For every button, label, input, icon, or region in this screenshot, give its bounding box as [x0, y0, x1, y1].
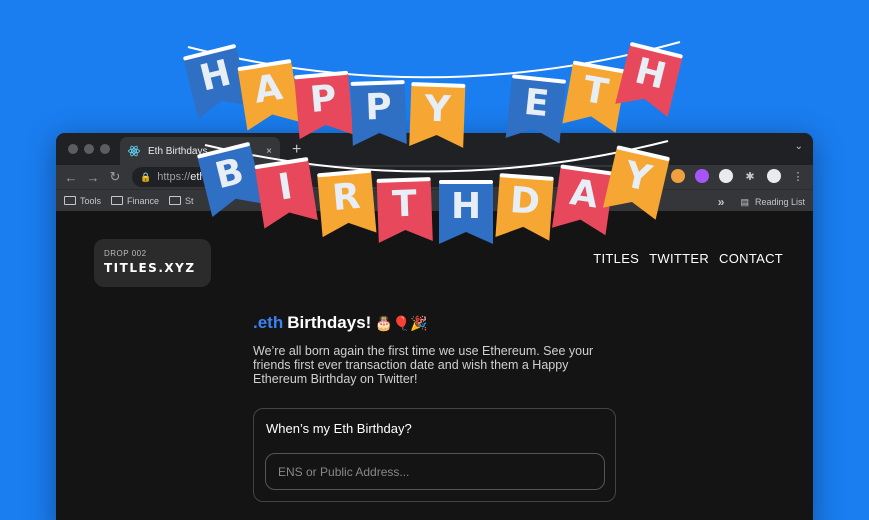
metamask-extension-icon[interactable] — [671, 169, 685, 183]
brand-name: TITLES.XYZ — [104, 261, 196, 275]
profile-avatar-icon[interactable] — [767, 169, 781, 183]
site-logo[interactable]: DROP 002 TITLES.XYZ — [94, 239, 211, 287]
lock-icon: 🔒 — [140, 171, 152, 182]
reading-list-label: Reading List — [754, 197, 805, 207]
title-bar: Eth Birthdays × + ⌄ — [56, 133, 813, 165]
url-scheme: https:// — [157, 171, 191, 183]
bookmark-folder-tools[interactable]: Tools — [64, 196, 101, 206]
bookmarks-bar: Tools Finance St » ▤ Reading List — [56, 189, 813, 211]
extension-power-icon[interactable] — [719, 169, 733, 183]
pennant-letter: P — [308, 78, 338, 121]
form-label: When’s my Eth Birthday? — [266, 421, 412, 436]
headline-text: Birthdays! — [287, 313, 372, 332]
nav-contact[interactable]: CONTACT — [719, 251, 783, 266]
react-favicon-icon — [128, 145, 140, 157]
bookmark-folder-st[interactable]: St — [169, 196, 194, 206]
page-description: We’re all born again the first time we u… — [253, 344, 594, 386]
pennant-letter: T — [392, 184, 418, 226]
folder-icon — [64, 196, 76, 205]
party-emojis-icon: 🎂🎈🎉 — [375, 314, 428, 331]
extensions-area: ✱ ⋮ — [671, 169, 805, 183]
more-bookmarks-icon[interactable]: » — [718, 195, 725, 209]
browser-toolbar: ← → ↻ 🔒 https://ethb ✱ ⋮ — [56, 165, 813, 189]
nav-twitter[interactable]: TWITTER — [649, 251, 709, 266]
nav-titles[interactable]: TITLES — [593, 251, 639, 266]
new-tab-button[interactable]: + — [292, 141, 301, 159]
back-arrow-icon[interactable]: ← — [60, 170, 82, 185]
pennant-letter: P — [365, 87, 393, 129]
folder-icon — [169, 196, 182, 205]
pennant-letter: D — [509, 180, 542, 223]
reading-list-icon: ▤ — [740, 196, 749, 207]
drop-label: DROP 002 — [104, 249, 147, 258]
reading-list[interactable]: » ▤ Reading List — [718, 195, 805, 209]
bookmark-label: Tools — [80, 195, 102, 206]
bookmark-folder-finance[interactable]: Finance — [111, 196, 159, 206]
main-nav: TITLES TWITTER CONTACT — [593, 251, 783, 266]
pennant-letter: E — [522, 82, 551, 125]
banner-flag-happy-eth: P — [294, 70, 354, 140]
pennant-letter: A — [567, 172, 600, 216]
browser-window: Eth Birthdays × + ⌄ ← → ↻ 🔒 https://ethb… — [56, 133, 813, 520]
reload-icon[interactable]: ↻ — [104, 169, 126, 185]
minimize-window-button[interactable] — [84, 144, 94, 154]
page-content: DROP 002 TITLES.XYZ TITLES TWITTER CONTA… — [56, 211, 813, 520]
birthday-lookup-card: When’s my Eth Birthday? — [253, 408, 616, 502]
tab-close-icon[interactable]: × — [266, 146, 272, 157]
folder-icon — [111, 196, 124, 205]
address-input[interactable] — [265, 453, 605, 490]
pennant-letter: R — [331, 176, 362, 219]
maximize-window-button[interactable] — [100, 144, 110, 154]
kebab-menu-icon[interactable]: ⋮ — [791, 169, 805, 183]
bookmark-label: St — [185, 195, 194, 206]
forward-arrow-icon[interactable]: → — [82, 170, 104, 185]
banner-flag-happy-eth: H — [615, 42, 683, 117]
page-title: .eth Birthdays! 🎂🎈🎉 — [253, 313, 428, 333]
extension-circle-icon[interactable] — [695, 169, 709, 183]
bookmark-label: Finance — [127, 195, 160, 206]
pennant-letter: H — [451, 186, 481, 227]
tab-search-chevron-icon[interactable]: ⌄ — [795, 141, 803, 152]
puzzle-extensions-icon[interactable]: ✱ — [743, 169, 757, 183]
pennant-top-edge — [439, 180, 493, 184]
close-window-button[interactable] — [68, 144, 78, 154]
pennant-letter: Y — [423, 89, 452, 131]
headline-eth: .eth — [253, 313, 284, 332]
banner-flag-happy-eth: A — [237, 59, 301, 131]
